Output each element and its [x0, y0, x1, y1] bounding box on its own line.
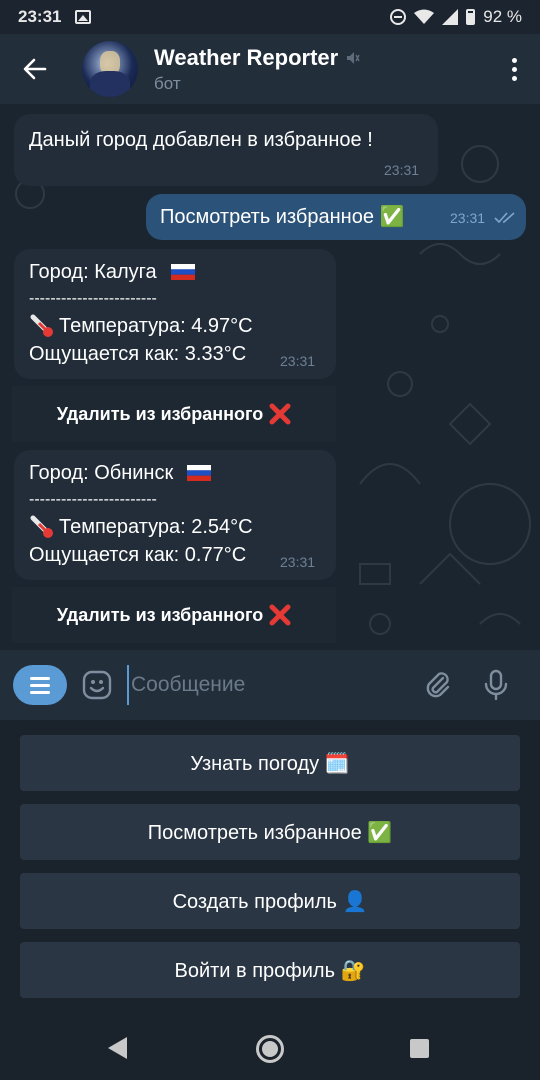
remove-favorite-button[interactable]: Удалить из избранного — [12, 386, 336, 442]
status-bar: 23:31 92 % — [0, 0, 540, 34]
message-time: 23:31 — [450, 210, 486, 226]
city-label: Город: Калуга — [29, 261, 157, 283]
thermometer-icon — [30, 314, 53, 337]
chat-subtitle: бот — [154, 73, 181, 93]
signal-icon — [442, 9, 459, 25]
weather-card[interactable]: Город: Калуга ------------------------ Т… — [14, 249, 336, 379]
chat-title-block[interactable]: Weather Reporter бот — [154, 45, 360, 94]
remove-favorite-label: Удалить из избранного — [56, 604, 264, 625]
city-row: Город: Обнинск — [29, 460, 212, 486]
bot-avatar[interactable] — [82, 41, 138, 97]
message-input-bar — [0, 650, 540, 720]
feels-like-text: Ощущается как: 3.33°C — [29, 343, 247, 365]
status-right: 92 % — [390, 7, 522, 27]
thermometer-icon — [30, 515, 53, 538]
get-weather-button[interactable]: Узнать погоду 🗓️ — [20, 735, 520, 791]
red-cross-icon — [269, 604, 291, 626]
reply-keyboard: Узнать погоду 🗓️ Посмотреть избранное ✅ … — [0, 720, 540, 1018]
muted-speaker-icon — [347, 51, 360, 64]
battery-icon — [466, 9, 476, 25]
temperature-text: Температура: 2.54°C — [59, 516, 253, 538]
message-text: Посмотреть избранное ✅ — [160, 206, 405, 228]
view-favorites-button[interactable]: Посмотреть избранное ✅ — [20, 804, 520, 860]
remove-favorite-label: Удалить из избранного — [56, 403, 264, 424]
incoming-message[interactable]: Даный город добавлен в избранное ! 23:31 — [14, 114, 438, 186]
chat-header: Weather Reporter бот — [0, 34, 540, 104]
message-time: 23:31 — [280, 353, 316, 369]
back-button[interactable] — [0, 34, 70, 104]
more-options-button[interactable] — [488, 34, 540, 104]
dot-icon — [511, 66, 517, 72]
divider-line: ------------------------ — [29, 491, 157, 508]
system-navigation-bar — [0, 1018, 540, 1080]
wifi-icon — [414, 9, 435, 24]
chat-title: Weather Reporter — [154, 44, 339, 70]
message-input[interactable] — [127, 665, 407, 705]
do-not-disturb-icon — [390, 9, 407, 25]
menu-line-icon — [30, 676, 50, 680]
weather-card[interactable]: Город: Обнинск ------------------------ … — [14, 450, 336, 580]
red-cross-icon — [269, 403, 291, 425]
microphone-icon[interactable] — [483, 669, 509, 701]
message-text: Даный город добавлен в избранное ! — [29, 129, 373, 151]
temperature-text: Температура: 4.97°C — [59, 315, 253, 337]
nav-back-icon[interactable] — [108, 1037, 127, 1059]
create-profile-button[interactable]: Создать профиль 👤 — [20, 873, 520, 929]
outgoing-message[interactable]: Посмотреть избранное ✅ 23:31 — [146, 194, 526, 240]
menu-line-icon — [30, 683, 50, 687]
remove-favorite-button[interactable]: Удалить из избранного — [12, 587, 336, 643]
dot-icon — [511, 57, 517, 63]
image-notification-icon — [75, 10, 92, 24]
arrow-left-icon — [23, 58, 47, 80]
bot-menu-button[interactable] — [13, 665, 67, 705]
russia-flag-icon — [187, 465, 212, 481]
divider-line: ------------------------ — [29, 290, 157, 307]
login-profile-button[interactable]: Войти в профиль 🔐 — [20, 942, 520, 998]
nav-home-icon[interactable] — [256, 1035, 284, 1063]
city-row: Город: Калуга — [29, 259, 195, 285]
dot-icon — [511, 75, 517, 81]
double-check-icon — [494, 212, 515, 224]
temperature-row: Температура: 2.54°C — [29, 514, 253, 540]
city-label: Город: Обнинск — [29, 462, 174, 484]
paperclip-icon[interactable] — [423, 670, 453, 700]
chat-area[interactable]: Даный город добавлен в избранное ! 23:31… — [0, 104, 540, 650]
message-time: 23:31 — [280, 554, 316, 570]
battery-percent: 92 % — [483, 7, 522, 26]
status-time: 23:31 — [18, 7, 62, 26]
feels-like-text: Ощущается как: 0.77°C — [29, 544, 247, 566]
russia-flag-icon — [170, 264, 195, 280]
temperature-row: Температура: 4.97°C — [29, 313, 253, 339]
nav-recents-icon[interactable] — [410, 1039, 429, 1058]
emoji-sticker-icon[interactable] — [81, 669, 113, 701]
message-time: 23:31 — [384, 162, 420, 178]
menu-line-icon — [30, 690, 50, 694]
